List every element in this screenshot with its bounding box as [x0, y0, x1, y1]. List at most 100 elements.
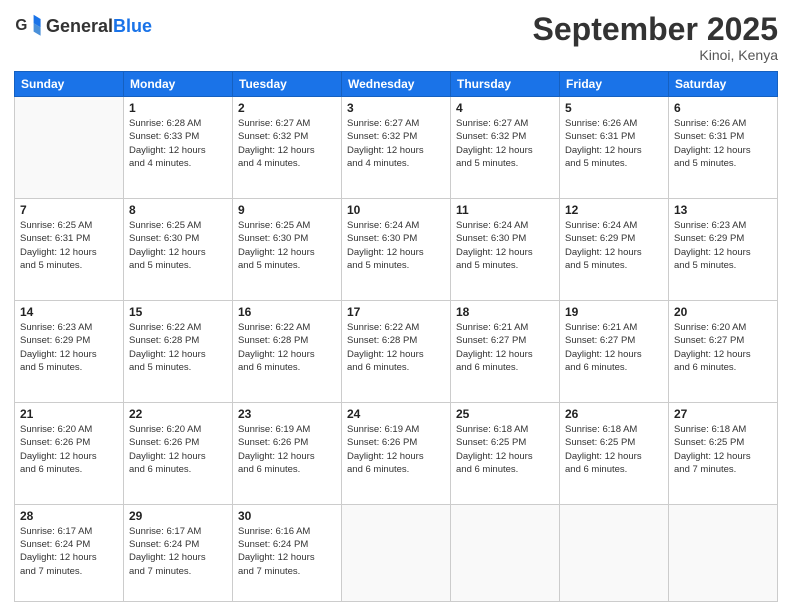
table-row: 25 Sunrise: 6:18 AM Sunset: 6:25 PM Dayli… — [451, 402, 560, 504]
day-number: 3 — [347, 101, 445, 115]
table-row: 28 Sunrise: 6:17 AM Sunset: 6:24 PM Dayli… — [15, 504, 124, 601]
day-info: Sunrise: 6:22 AM Sunset: 6:28 PM Dayligh… — [347, 321, 445, 374]
col-wednesday: Wednesday — [342, 72, 451, 97]
col-friday: Friday — [560, 72, 669, 97]
day-number: 19 — [565, 305, 663, 319]
title-block: September 2025 Kinoi, Kenya — [533, 12, 778, 63]
table-row: 1 Sunrise: 6:28 AM Sunset: 6:33 PM Daylig… — [124, 97, 233, 199]
day-info: Sunrise: 6:27 AM Sunset: 6:32 PM Dayligh… — [456, 117, 554, 170]
day-number: 27 — [674, 407, 772, 421]
day-info: Sunrise: 6:24 AM Sunset: 6:30 PM Dayligh… — [347, 219, 445, 272]
day-info: Sunrise: 6:20 AM Sunset: 6:26 PM Dayligh… — [20, 423, 118, 476]
day-info: Sunrise: 6:25 AM Sunset: 6:30 PM Dayligh… — [238, 219, 336, 272]
day-info: Sunrise: 6:28 AM Sunset: 6:33 PM Dayligh… — [129, 117, 227, 170]
day-number: 9 — [238, 203, 336, 217]
day-info: Sunrise: 6:25 AM Sunset: 6:31 PM Dayligh… — [20, 219, 118, 272]
day-number: 17 — [347, 305, 445, 319]
day-number: 24 — [347, 407, 445, 421]
day-info: Sunrise: 6:24 AM Sunset: 6:29 PM Dayligh… — [565, 219, 663, 272]
day-number: 5 — [565, 101, 663, 115]
table-row: 9 Sunrise: 6:25 AM Sunset: 6:30 PM Daylig… — [233, 199, 342, 301]
day-number: 25 — [456, 407, 554, 421]
table-row — [342, 504, 451, 601]
table-row: 11 Sunrise: 6:24 AM Sunset: 6:30 PM Dayli… — [451, 199, 560, 301]
day-number: 16 — [238, 305, 336, 319]
day-info: Sunrise: 6:17 AM Sunset: 6:24 PM Dayligh… — [129, 525, 227, 578]
day-info: Sunrise: 6:25 AM Sunset: 6:30 PM Dayligh… — [129, 219, 227, 272]
day-info: Sunrise: 6:19 AM Sunset: 6:26 PM Dayligh… — [347, 423, 445, 476]
day-info: Sunrise: 6:18 AM Sunset: 6:25 PM Dayligh… — [565, 423, 663, 476]
table-row — [669, 504, 778, 601]
table-row: 12 Sunrise: 6:24 AM Sunset: 6:29 PM Dayli… — [560, 199, 669, 301]
day-number: 26 — [565, 407, 663, 421]
table-row — [451, 504, 560, 601]
day-number: 7 — [20, 203, 118, 217]
table-row: 14Sunrise: 6:23 AM Sunset: 6:29 PM Dayli… — [15, 301, 124, 403]
day-number: 2 — [238, 101, 336, 115]
day-info: Sunrise: 6:19 AM Sunset: 6:26 PM Dayligh… — [238, 423, 336, 476]
table-row: 26 Sunrise: 6:18 AM Sunset: 6:25 PM Dayli… — [560, 402, 669, 504]
table-row: 20 Sunrise: 6:20 AM Sunset: 6:27 PM Dayli… — [669, 301, 778, 403]
day-number: 20 — [674, 305, 772, 319]
table-row: 16 Sunrise: 6:22 AM Sunset: 6:28 PM Dayli… — [233, 301, 342, 403]
day-number: 1 — [129, 101, 227, 115]
col-sunday: Sunday — [15, 72, 124, 97]
logo: G GeneralBlue — [14, 12, 152, 40]
table-row: 21 Sunrise: 6:20 AM Sunset: 6:26 PM Dayli… — [15, 402, 124, 504]
day-number: 13 — [674, 203, 772, 217]
table-row: 19Sunrise: 6:21 AM Sunset: 6:27 PM Dayli… — [560, 301, 669, 403]
table-row: 23Sunrise: 6:19 AM Sunset: 6:26 PM Dayli… — [233, 402, 342, 504]
day-number: 30 — [238, 509, 336, 523]
day-info: Sunrise: 6:24 AM Sunset: 6:30 PM Dayligh… — [456, 219, 554, 272]
col-saturday: Saturday — [669, 72, 778, 97]
col-tuesday: Tuesday — [233, 72, 342, 97]
table-row: 29 Sunrise: 6:17 AM Sunset: 6:24 PM Dayli… — [124, 504, 233, 601]
col-monday: Monday — [124, 72, 233, 97]
table-row: 3 Sunrise: 6:27 AM Sunset: 6:32 PM Daylig… — [342, 97, 451, 199]
day-info: Sunrise: 6:18 AM Sunset: 6:25 PM Dayligh… — [674, 423, 772, 476]
svg-text:G: G — [15, 17, 27, 34]
table-row: 18 Sunrise: 6:21 AM Sunset: 6:27 PM Dayli… — [451, 301, 560, 403]
day-number: 28 — [20, 509, 118, 523]
day-info: Sunrise: 6:22 AM Sunset: 6:28 PM Dayligh… — [129, 321, 227, 374]
col-thursday: Thursday — [451, 72, 560, 97]
day-number: 4 — [456, 101, 554, 115]
page: G GeneralBlue September 2025 Kinoi, Keny… — [0, 0, 792, 612]
day-info: Sunrise: 6:26 AM Sunset: 6:31 PM Dayligh… — [565, 117, 663, 170]
table-row: 15 Sunrise: 6:22 AM Sunset: 6:28 PM Dayli… — [124, 301, 233, 403]
day-number: 18 — [456, 305, 554, 319]
day-info: Sunrise: 6:20 AM Sunset: 6:26 PM Dayligh… — [129, 423, 227, 476]
calendar-header-row: Sunday Monday Tuesday Wednesday Thursday… — [15, 72, 778, 97]
day-info: Sunrise: 6:18 AM Sunset: 6:25 PM Dayligh… — [456, 423, 554, 476]
day-number: 12 — [565, 203, 663, 217]
logo-general-text: General — [46, 16, 113, 36]
day-number: 29 — [129, 509, 227, 523]
day-info: Sunrise: 6:21 AM Sunset: 6:27 PM Dayligh… — [456, 321, 554, 374]
day-number: 8 — [129, 203, 227, 217]
location-subtitle: Kinoi, Kenya — [533, 47, 778, 63]
day-number: 6 — [674, 101, 772, 115]
table-row: 8 Sunrise: 6:25 AM Sunset: 6:30 PM Daylig… — [124, 199, 233, 301]
table-row: 6 Sunrise: 6:26 AM Sunset: 6:31 PM Daylig… — [669, 97, 778, 199]
day-info: Sunrise: 6:20 AM Sunset: 6:27 PM Dayligh… — [674, 321, 772, 374]
day-number: 10 — [347, 203, 445, 217]
day-info: Sunrise: 6:27 AM Sunset: 6:32 PM Dayligh… — [238, 117, 336, 170]
table-row: 17 Sunrise: 6:22 AM Sunset: 6:28 PM Dayli… — [342, 301, 451, 403]
table-row: 2 Sunrise: 6:27 AM Sunset: 6:32 PM Daylig… — [233, 97, 342, 199]
day-number: 11 — [456, 203, 554, 217]
day-info: Sunrise: 6:27 AM Sunset: 6:32 PM Dayligh… — [347, 117, 445, 170]
day-info: Sunrise: 6:23 AM Sunset: 6:29 PM Dayligh… — [674, 219, 772, 272]
day-info: Sunrise: 6:22 AM Sunset: 6:28 PM Dayligh… — [238, 321, 336, 374]
table-row: 30 Sunrise: 6:16 AM Sunset: 6:24 PM Dayli… — [233, 504, 342, 601]
day-info: Sunrise: 6:26 AM Sunset: 6:31 PM Dayligh… — [674, 117, 772, 170]
day-number: 21 — [20, 407, 118, 421]
table-row: 7 Sunrise: 6:25 AM Sunset: 6:31 PM Daylig… — [15, 199, 124, 301]
day-info: Sunrise: 6:17 AM Sunset: 6:24 PM Dayligh… — [20, 525, 118, 578]
logo-icon: G — [14, 12, 42, 40]
table-row: 4 Sunrise: 6:27 AM Sunset: 6:32 PM Daylig… — [451, 97, 560, 199]
day-number: 15 — [129, 305, 227, 319]
day-info: Sunrise: 6:16 AM Sunset: 6:24 PM Dayligh… — [238, 525, 336, 578]
month-title: September 2025 — [533, 12, 778, 47]
table-row: 24 Sunrise: 6:19 AM Sunset: 6:26 PM Dayli… — [342, 402, 451, 504]
table-row: 10 Sunrise: 6:24 AM Sunset: 6:30 PM Dayli… — [342, 199, 451, 301]
